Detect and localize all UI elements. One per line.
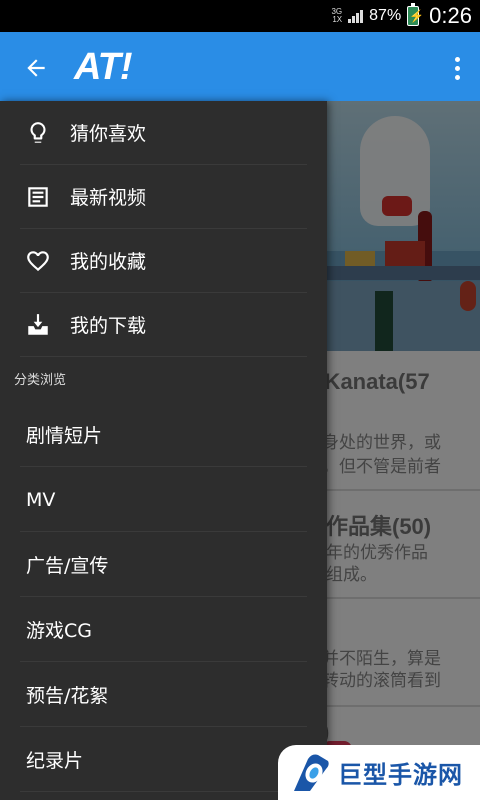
menu-item-favorites[interactable]: 我的收藏 bbox=[20, 229, 307, 293]
menu-item-label: 猜你喜欢 bbox=[70, 123, 147, 145]
category-label: 游戏CG bbox=[26, 620, 92, 642]
category-label: 预告/花絮 bbox=[26, 685, 109, 707]
category-label: MV bbox=[26, 488, 56, 511]
clock: 0:26 bbox=[429, 3, 472, 28]
menu-item-latest-videos[interactable]: 最新视频 bbox=[20, 165, 307, 229]
category-label: 剧情短片 bbox=[26, 425, 103, 447]
category-item[interactable]: 预告/花絮 bbox=[20, 663, 307, 727]
watermark-text: 巨型手游网 bbox=[338, 761, 463, 789]
more-vertical-icon bbox=[454, 56, 460, 62]
signal-icon bbox=[348, 9, 364, 23]
category-item[interactable]: 游戏CG bbox=[20, 598, 307, 662]
navigation-drawer: 猜你喜欢 最新视频 我的收藏 我的下载 分类浏览 剧情短片 MV 广告/宣传 游… bbox=[0, 101, 327, 800]
network-type-bottom: 1X bbox=[332, 15, 343, 24]
menu-item-label: 最新视频 bbox=[70, 187, 147, 209]
category-item[interactable]: 广告/宣传 bbox=[20, 533, 307, 597]
category-item[interactable]: MV bbox=[20, 468, 307, 532]
menu-item-recommended[interactable]: 猜你喜欢 bbox=[20, 101, 307, 165]
lightbulb-icon bbox=[30, 121, 46, 143]
menu-item-downloads[interactable]: 我的下载 bbox=[20, 293, 307, 357]
list-icon bbox=[28, 186, 48, 207]
battery-icon: ⚡ bbox=[407, 3, 424, 26]
menu-item-label: 我的下载 bbox=[70, 315, 147, 337]
app-bar: AT! bbox=[0, 32, 480, 101]
menu-item-label: 我的收藏 bbox=[70, 251, 147, 273]
battery-percent: 87% bbox=[369, 7, 402, 24]
category-label: 广告/宣传 bbox=[26, 555, 109, 577]
more-options-button[interactable] bbox=[442, 50, 472, 86]
section-label-categories: 分类浏览 bbox=[14, 373, 67, 388]
status-bar: 3G 1X 87% ⚡ 0:26 bbox=[0, 0, 480, 32]
watermark-logo-icon bbox=[294, 754, 329, 791]
back-button[interactable] bbox=[16, 48, 56, 88]
network-type: 3G 1X bbox=[331, 8, 342, 24]
category-item[interactable]: 纪录片 bbox=[20, 728, 307, 792]
arrow-left-icon bbox=[27, 59, 45, 77]
heart-icon bbox=[27, 250, 49, 271]
category-label: 纪录片 bbox=[26, 750, 84, 772]
category-item[interactable]: 剧情短片 bbox=[20, 403, 307, 467]
app-logo: AT! bbox=[74, 46, 132, 88]
status-indicators: 3G 1X 87% ⚡ 0:26 bbox=[331, 0, 472, 32]
download-tray-icon bbox=[28, 313, 48, 335]
watermark: 巨型手游网 bbox=[278, 745, 480, 800]
